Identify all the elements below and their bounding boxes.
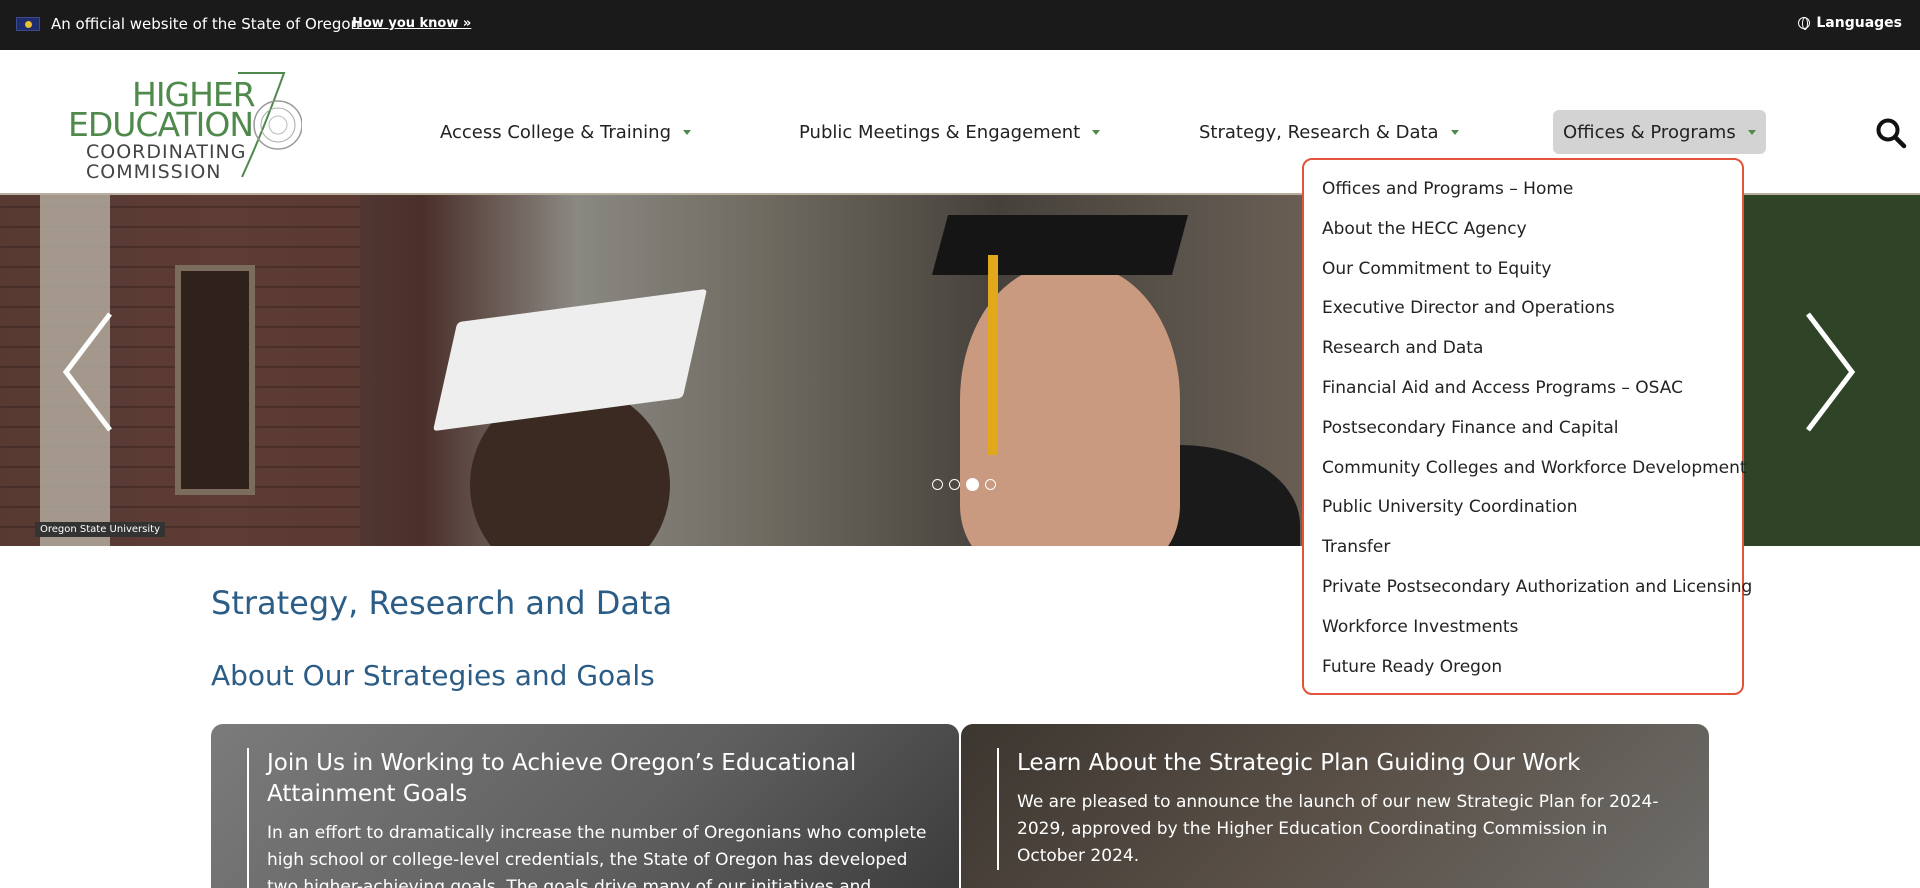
dropdown-item-about-hecc[interactable]: About the HECC Agency (1322, 214, 1742, 254)
official-website-text: An official website of the State of Oreg… (51, 15, 361, 33)
how-you-know-link[interactable]: How you know » (352, 16, 471, 31)
photo-credit: Oregon State University (35, 522, 165, 537)
oregon-seal-icon (238, 72, 302, 178)
card-title: Learn About the Strategic Plan Guiding O… (1017, 750, 1581, 776)
carousel-dot[interactable] (932, 479, 943, 490)
nav-label: Offices & Programs (1563, 121, 1736, 143)
hero-door (175, 265, 255, 495)
strategic-plan-card[interactable]: Learn About the Strategic Plan Guiding O… (961, 724, 1709, 888)
nav-label: Access College & Training (440, 121, 672, 143)
chevron-down-icon (1747, 129, 1756, 135)
dropdown-item-research-data[interactable]: Research and Data (1322, 333, 1742, 373)
nav-strategy-research[interactable]: Strategy, Research & Data (1199, 110, 1459, 154)
globe-icon (1798, 17, 1811, 30)
page-title: Strategy, Research and Data (211, 584, 673, 622)
dropdown-item-transfer[interactable]: Transfer (1322, 532, 1742, 572)
card-content: Learn About the Strategic Plan Guiding O… (997, 748, 1679, 870)
nav-access-college[interactable]: Access College & Training (440, 110, 692, 154)
dropdown-item-executive-director[interactable]: Executive Director and Operations (1322, 293, 1742, 333)
carousel-prev-icon[interactable] (58, 310, 118, 434)
dropdown-item-workforce-investments[interactable]: Workforce Investments (1322, 612, 1742, 652)
hecc-logo[interactable]: HIGHER EDUCATION COORDINATING COMMISSION (68, 67, 302, 183)
card-body: In an effort to dramatically increase th… (267, 823, 927, 888)
card-body: We are pleased to announce the launch of… (1017, 792, 1659, 866)
chevron-down-icon (683, 129, 692, 135)
dropdown-item-equity[interactable]: Our Commitment to Equity (1322, 254, 1742, 294)
nav-offices-programs[interactable]: Offices & Programs (1553, 110, 1766, 154)
search-icon[interactable] (1875, 117, 1907, 149)
carousel-dot[interactable] (985, 479, 996, 490)
hero-tassel (988, 255, 998, 455)
languages-label: Languages (1816, 15, 1902, 31)
logo-line-coordinating: COORDINATING (86, 141, 247, 163)
dropdown-item-home[interactable]: Offices and Programs – Home (1322, 174, 1742, 214)
card-content: Join Us in Working to Achieve Oregon’s E… (247, 748, 929, 888)
carousel-dot[interactable] (949, 479, 960, 490)
nav-label: Public Meetings & Engagement (799, 121, 1081, 143)
carousel-next-icon[interactable] (1800, 310, 1860, 434)
nav-label: Strategy, Research & Data (1199, 121, 1439, 143)
section-heading: About Our Strategies and Goals (211, 659, 655, 692)
logo-line-education: EDUCATION (68, 105, 254, 144)
nav-public-meetings[interactable]: Public Meetings & Engagement (799, 110, 1101, 154)
dropdown-item-community-colleges[interactable]: Community Colleges and Workforce Develop… (1322, 453, 1747, 493)
hero-black-cap (931, 215, 1189, 275)
card-title: Join Us in Working to Achieve Oregon’s E… (267, 750, 857, 807)
official-banner: An official website of the State of Oreg… (0, 0, 1920, 50)
dropdown-item-private-postsecondary[interactable]: Private Postsecondary Authorization and … (1322, 572, 1752, 612)
logo-line-commission: COMMISSION (86, 161, 222, 183)
dropdown-item-future-ready-oregon[interactable]: Future Ready Oregon (1322, 652, 1742, 692)
carousel-dots (932, 478, 996, 491)
dropdown-item-financial-aid[interactable]: Financial Aid and Access Programs – OSAC (1322, 373, 1742, 413)
offices-programs-dropdown: Offices and Programs – Home About the HE… (1302, 158, 1752, 695)
carousel-dot-active[interactable] (966, 478, 979, 491)
goals-card[interactable]: Join Us in Working to Achieve Oregon’s E… (211, 724, 959, 888)
oregon-flag-icon (16, 17, 40, 31)
languages-button[interactable]: Languages (1798, 15, 1902, 31)
dropdown-item-public-university[interactable]: Public University Coordination (1322, 492, 1742, 532)
chevron-down-icon (1450, 129, 1459, 135)
chevron-down-icon (1092, 129, 1101, 135)
hero-white-cap (432, 288, 708, 432)
dropdown-item-postsecondary-finance[interactable]: Postsecondary Finance and Capital (1322, 413, 1742, 453)
